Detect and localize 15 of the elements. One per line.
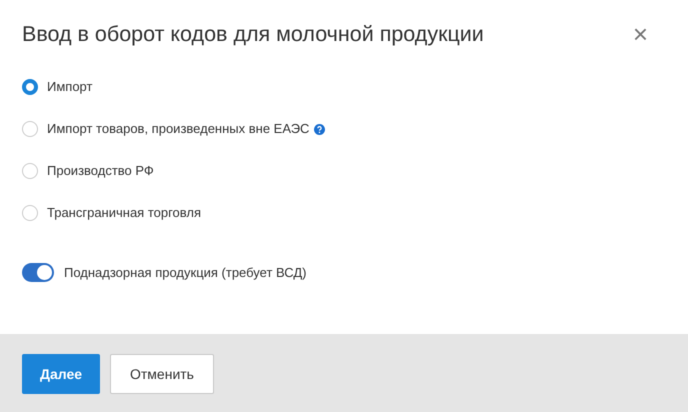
radio-label: Импорт товаров, произведенных вне ЕАЭС [47,120,310,138]
radio-button[interactable] [22,121,38,137]
toggle-label: Поднадзорная продукция (требует ВСД) [64,264,306,282]
cancel-button[interactable]: Отменить [110,354,214,394]
close-button[interactable]: × [628,22,652,46]
radio-label: Импорт [47,78,92,96]
radio-button[interactable] [22,79,38,95]
radio-label: Производство РФ [47,162,154,180]
radio-button[interactable] [22,163,38,179]
help-icon[interactable] [314,124,326,134]
next-button[interactable]: Далее [22,354,100,394]
toggle-switch[interactable] [22,263,54,282]
radio-label: Трансграничная торговля [47,204,202,222]
dialog-title: Ввод в оборот кодов для молочной продукции [22,21,484,48]
radio-button[interactable] [22,205,38,221]
